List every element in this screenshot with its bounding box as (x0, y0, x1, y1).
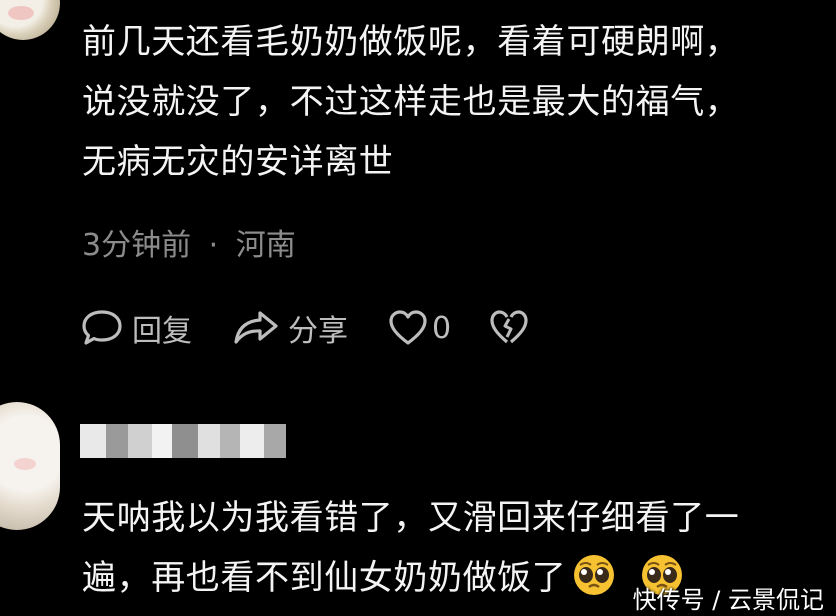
share-button[interactable]: 分享 (232, 306, 348, 350)
watermark: 快传号 / 云景侃记 (632, 586, 824, 614)
timestamp: 3分钟前 (82, 228, 192, 263)
avatar[interactable] (0, 402, 60, 530)
avatar[interactable] (0, 0, 60, 40)
pleading-face-icon (572, 553, 616, 616)
meta-separator: · (208, 228, 219, 263)
comment-line-text: 遍，再也看不到仙女奶奶做饭了 (82, 558, 567, 598)
share-label: 分享 (288, 314, 348, 349)
broken-heart-icon (489, 309, 529, 347)
comment-line: 天呐我以为我看错了，又滑回来仔细看了一 (82, 498, 740, 538)
comment-line: 说没就没了，不过这样走也是最大的福气， (82, 82, 740, 122)
comment-actions: 回复 分享 0 (80, 305, 529, 351)
username-blurred[interactable] (80, 424, 286, 458)
comment-text: 前几天还看毛奶奶做饭呢，看着可硬朗啊， 说没就没了，不过这样走也是最大的福气， … (82, 12, 822, 192)
heart-icon (388, 309, 428, 347)
speech-bubble-icon (80, 308, 124, 348)
reply-button[interactable]: 回复 (80, 306, 192, 350)
like-button[interactable]: 0 (388, 309, 451, 347)
dislike-button[interactable] (489, 309, 529, 347)
share-arrow-icon (232, 308, 280, 348)
reply-label: 回复 (132, 314, 192, 349)
location: 河南 (235, 228, 296, 263)
comment-meta: 3分钟前 · 河南 (82, 220, 296, 264)
like-count: 0 (432, 310, 452, 346)
comment-line: 前几天还看毛奶奶做饭呢，看着可硬朗啊， (82, 22, 740, 62)
comment-line: 无病无灾的安详离世 (82, 142, 394, 182)
